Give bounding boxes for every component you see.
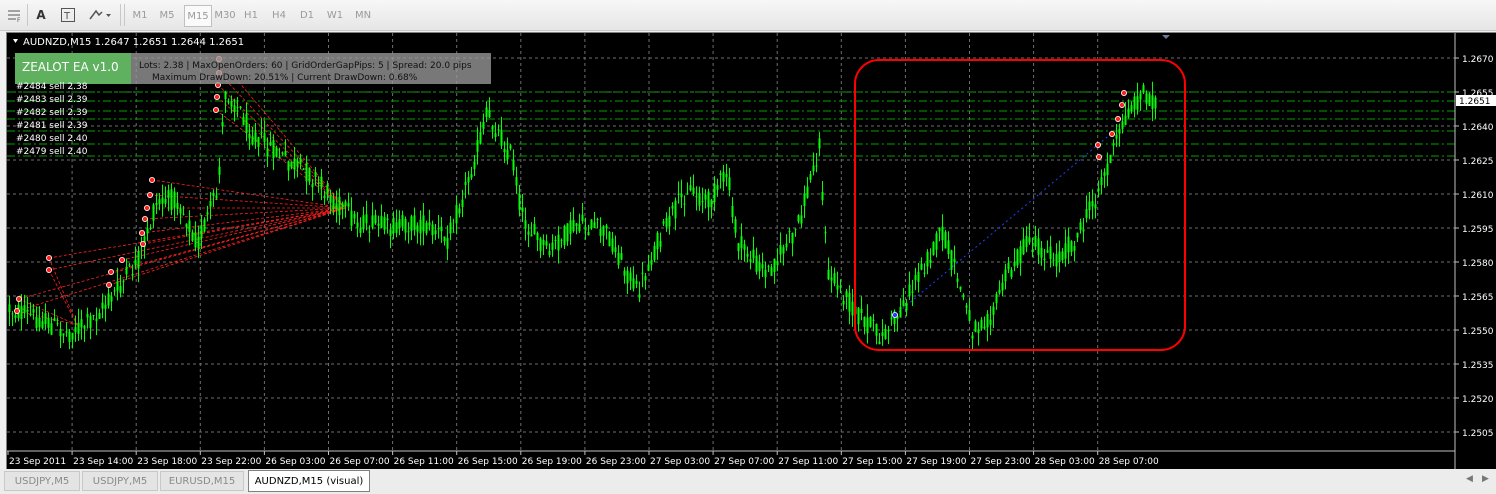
sell-marker xyxy=(143,204,150,211)
time-axis-label: 26 Sep 03:00 xyxy=(265,457,325,467)
sell-marker xyxy=(139,240,146,247)
price-axis-label: 1.2520 xyxy=(1462,395,1494,405)
order-label: #2481 sell 2.39 xyxy=(16,121,88,131)
time-axis-label: 27 Sep 15:00 xyxy=(842,457,902,467)
chart-header: AUDNZD,M15 1.2647 1.2651 1.2644 1.2651 xyxy=(23,37,244,48)
timeframe-m5-button[interactable]: M5 xyxy=(156,5,178,25)
time-axis-label: 27 Sep 23:00 xyxy=(971,457,1031,467)
chart-tabs: USDJPY,M5 USDJPY,M5 EURUSD,M15 AUDNZD,M15 (… xyxy=(0,469,1496,494)
text-box-icon[interactable]: T xyxy=(58,4,78,26)
price-axis-label: 1.2670 xyxy=(1462,55,1494,65)
sell-marker xyxy=(213,94,220,101)
sell-marker xyxy=(108,268,115,275)
sell-marker xyxy=(1115,116,1122,123)
sell-marker xyxy=(46,254,53,261)
svg-text:T: T xyxy=(63,11,71,22)
price-axis-label: 1.2610 xyxy=(1462,191,1494,201)
time-axis-label: 26 Sep 07:00 xyxy=(330,457,390,467)
order-label: #2482 sell 2.39 xyxy=(16,108,88,118)
time-axis-label: 28 Sep 03:00 xyxy=(1035,457,1095,467)
grid-lines-icon[interactable]: F xyxy=(4,4,24,26)
order-label: #2480 sell 2.40 xyxy=(16,134,88,144)
price-axis-label: 1.2505 xyxy=(1462,429,1494,439)
price-axis-label: 1.2550 xyxy=(1462,327,1494,337)
chart-tab[interactable]: AUDNZD,M15 (visual) xyxy=(248,470,370,492)
timeframe-m30-button[interactable]: M30 xyxy=(212,5,238,25)
sell-marker xyxy=(15,295,22,302)
order-label: #2479 sell 2.40 xyxy=(16,147,88,157)
order-label: #2484 sell 2.38 xyxy=(16,82,88,92)
time-axis-label: 27 Sep 11:00 xyxy=(778,457,838,467)
draw-objects-icon[interactable] xyxy=(86,4,114,26)
timeframe-h4-button[interactable]: H4 xyxy=(268,5,290,25)
chart-tab[interactable]: USDJPY,M5 xyxy=(4,471,80,491)
price-axis-label: 1.2565 xyxy=(1462,293,1494,303)
toolbar: F A T M1 M5 M15 M30 H1 H4 D1 W1 MN xyxy=(0,0,1496,31)
sell-marker xyxy=(1109,131,1116,138)
svg-text:1.2651: 1.2651 xyxy=(1459,97,1491,107)
sell-marker xyxy=(212,107,219,114)
order-label: #2483 sell 2.39 xyxy=(16,95,88,105)
time-axis-label: 28 Sep 07:00 xyxy=(1099,457,1159,467)
ea-info-line-1: Lots: 2.38 | MaxOpenOrders: 60 | GridOrd… xyxy=(139,61,472,71)
timeframe-d1-button[interactable]: D1 xyxy=(296,5,318,25)
timeframe-m15-button[interactable]: M15 xyxy=(184,5,212,27)
price-axis-label: 1.2595 xyxy=(1462,225,1494,235)
sell-marker xyxy=(138,229,145,236)
chart-tab[interactable]: USDJPY,M5 xyxy=(82,471,158,491)
sell-marker xyxy=(119,256,126,263)
time-axis-label: 26 Sep 11:00 xyxy=(394,457,454,467)
sell-marker xyxy=(1095,142,1102,149)
ea-name: ZEALOT EA v1.0 xyxy=(22,60,119,74)
sell-marker xyxy=(1119,102,1126,109)
price-axis-label: 1.2535 xyxy=(1462,361,1494,371)
time-axis-label: 27 Sep 19:00 xyxy=(906,457,966,467)
sell-marker xyxy=(148,176,155,183)
price-axis-label: 1.2640 xyxy=(1462,123,1494,133)
sell-marker xyxy=(106,281,113,288)
sell-marker xyxy=(14,307,20,314)
svg-text:F: F xyxy=(17,17,21,23)
tab-scroll-left-icon[interactable]: ◀ xyxy=(1466,474,1473,484)
time-axis-label: 23 Sep 14:00 xyxy=(73,457,133,467)
ea-info-panel: ZEALOT EA v1.0 Lots: 2.38 | MaxOpenOrder… xyxy=(15,53,491,84)
current-price-tag: 1.2651 xyxy=(1456,95,1496,107)
sell-marker xyxy=(1096,154,1103,161)
sell-marker xyxy=(141,215,148,222)
sell-marker xyxy=(1121,90,1128,97)
timeframe-w1-button[interactable]: W1 xyxy=(324,5,346,25)
chart-tab[interactable]: EURUSD,M15 xyxy=(160,471,244,491)
time-axis-label: 23 Sep 18:00 xyxy=(137,457,197,467)
time-axis-label: 26 Sep 15:00 xyxy=(458,457,518,467)
buy-marker xyxy=(892,311,899,318)
timeframe-h1-button[interactable]: H1 xyxy=(240,5,262,25)
time-axis-label: 27 Sep 07:00 xyxy=(714,457,774,467)
time-axis-label: 23 Sep 2011 xyxy=(9,457,66,467)
sell-marker xyxy=(46,266,53,273)
ea-info-line-2: Maximum DrawDown: 20.51% | Current DrawD… xyxy=(152,73,418,83)
sell-marker xyxy=(146,191,153,198)
time-axis-label: 23 Sep 22:00 xyxy=(201,457,261,467)
timeframe-m1-button[interactable]: M1 xyxy=(129,5,151,25)
time-axis-label: 26 Sep 19:00 xyxy=(522,457,582,467)
time-axis-label: 26 Sep 23:00 xyxy=(586,457,646,467)
price-axis-label: 1.2580 xyxy=(1462,259,1494,269)
time-axis-label: 27 Sep 03:00 xyxy=(650,457,710,467)
price-axis-label: 1.2625 xyxy=(1462,157,1494,167)
tab-scroll-right-icon[interactable]: ▶ xyxy=(1482,474,1489,484)
chart-window[interactable]: 1.2670 1.2655 1.2640 1.2625 1.2610 1.2595 1.25… xyxy=(6,32,1496,470)
text-A-icon[interactable]: A xyxy=(31,4,51,26)
timeframe-mn-button[interactable]: MN xyxy=(352,5,374,25)
